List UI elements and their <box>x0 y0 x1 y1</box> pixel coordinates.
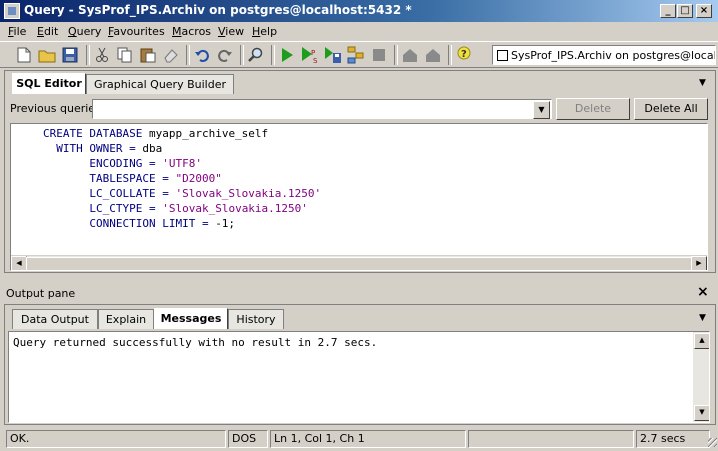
dropdown-arrow-icon[interactable]: ▼ <box>533 101 550 119</box>
toolbar-separator <box>186 45 190 65</box>
tab-explain[interactable]: Explain <box>98 309 154 329</box>
svg-text:S: S <box>313 57 318 64</box>
connection-checkbox[interactable] <box>497 50 508 61</box>
menu-help[interactable]: Help <box>252 25 277 38</box>
sql-token: dba <box>142 142 163 155</box>
sql-editor[interactable]: CREATE DATABASE myapp_archive_self WITH … <box>10 123 708 271</box>
rollback-icon[interactable] <box>423 45 443 65</box>
new-file-icon[interactable] <box>14 45 34 65</box>
status-duration: 2.7 secs <box>636 430 710 448</box>
output-pane-title: Output pane <box>6 287 76 300</box>
undo-icon[interactable] <box>192 45 212 65</box>
open-folder-icon[interactable] <box>37 45 57 65</box>
result-message: Query returned successfully with no resu… <box>13 336 378 349</box>
find-icon[interactable] <box>246 45 266 65</box>
scroll-right-icon[interactable]: ▶ <box>691 256 707 270</box>
toolbar-separator <box>86 45 90 65</box>
sql-token: -1; <box>215 217 236 230</box>
status-extra <box>468 430 634 448</box>
sql-line: TABLESPACE = "D2000" <box>43 171 321 186</box>
sql-token: ENCODING = <box>43 157 163 170</box>
menu-macros[interactable]: Macros <box>172 25 211 38</box>
sql-token: 'Slovak_Slovakia.1250' <box>162 202 308 215</box>
app-icon <box>4 3 20 19</box>
messages-panel[interactable]: Query returned successfully with no resu… <box>8 331 710 423</box>
tab-scroll-arrow-icon[interactable]: ▼ <box>699 313 706 323</box>
tab-history[interactable]: History <box>228 309 284 329</box>
status-cursor-position: Ln 1, Col 1, Ch 1 <box>270 430 466 448</box>
tab-data-output[interactable]: Data Output <box>12 309 98 329</box>
minimize-button[interactable]: _ <box>660 4 676 18</box>
execute-to-file-icon[interactable] <box>323 45 343 65</box>
tab-scroll-arrow-icon[interactable]: ▼ <box>699 78 706 88</box>
sql-token: 'Slovak_Slovakia.1250' <box>175 187 322 200</box>
menu-bar: File Edit Query Favourites Macros View H… <box>0 22 718 41</box>
tab-graphical-query-builder[interactable]: Graphical Query Builder <box>86 74 234 94</box>
help-icon[interactable]: ? <box>454 45 474 65</box>
vertical-scrollbar[interactable]: ▲ ▼ <box>693 332 709 422</box>
menu-view[interactable]: View <box>218 25 244 38</box>
connection-selector[interactable]: SysProf_IPS.Archiv on postgres@localhost… <box>492 45 716 65</box>
sql-line: ENCODING = 'UTF8' <box>43 156 321 171</box>
toolbar-separator <box>394 45 398 65</box>
redo-icon[interactable] <box>215 45 235 65</box>
sql-line: CREATE DATABASE myapp_archive_self <box>43 126 321 141</box>
menu-edit[interactable]: Edit <box>37 25 58 38</box>
cut-icon[interactable] <box>92 45 112 65</box>
save-icon[interactable] <box>60 45 80 65</box>
svg-text:?: ? <box>461 49 467 60</box>
sql-line: CONNECTION LIMIT = -1; <box>43 216 321 231</box>
sql-token: TABLESPACE = <box>43 172 176 185</box>
sql-line: WITH OWNER = dba <box>43 141 321 156</box>
sql-token: myapp_archive_self <box>148 127 269 140</box>
menu-query[interactable]: Query <box>68 25 101 38</box>
sql-token: WITH OWNER = <box>43 142 143 155</box>
commit-icon[interactable] <box>400 45 420 65</box>
close-button[interactable]: × <box>696 4 712 18</box>
sql-token: LC_CTYPE = <box>43 202 163 215</box>
sql-token: "D2000" <box>175 172 222 185</box>
menu-file[interactable]: File <box>8 25 26 38</box>
scroll-up-icon[interactable]: ▲ <box>694 333 709 349</box>
toolbar-separator <box>271 45 275 65</box>
sql-code: CREATE DATABASE myapp_archive_self WITH … <box>43 126 321 231</box>
execute-pgscript-icon[interactable]: PS <box>300 45 320 65</box>
menu-favourites[interactable]: Favourites <box>108 25 165 38</box>
clear-icon[interactable] <box>161 45 181 65</box>
cancel-icon[interactable] <box>369 45 389 65</box>
sql-token: LC_COLLATE = <box>43 187 176 200</box>
maximize-button[interactable]: □ <box>677 4 693 18</box>
previous-queries-select[interactable]: ▼ <box>92 99 552 119</box>
delete-button[interactable]: Delete <box>556 98 630 120</box>
window-title: Query - SysProf_IPS.Archiv on postgres@l… <box>24 3 412 17</box>
resize-grip[interactable] <box>708 438 717 447</box>
connection-label: SysProf_IPS.Archiv on postgres@localhost… <box>511 49 716 62</box>
sql-line: LC_CTYPE = 'Slovak_Slovakia.1250' <box>43 201 321 216</box>
sql-token: 'UTF8' <box>162 157 202 170</box>
delete-all-button[interactable]: Delete All <box>634 98 708 120</box>
toolbar-separator <box>448 45 452 65</box>
paste-icon[interactable] <box>138 45 158 65</box>
copy-icon[interactable] <box>115 45 135 65</box>
scroll-left-icon[interactable]: ◀ <box>11 256 27 270</box>
tab-sql-editor[interactable]: SQL Editor <box>12 73 86 94</box>
horizontal-scrollbar[interactable]: ◀ ▶ <box>11 255 707 270</box>
scroll-thumb[interactable] <box>26 257 692 270</box>
scroll-down-icon[interactable]: ▼ <box>694 405 709 421</box>
status-state: OK. <box>6 430 226 448</box>
previous-queries-label: Previous queries <box>10 102 101 115</box>
toolbar-separator <box>240 45 244 65</box>
sql-token: CONNECTION LIMIT = <box>43 217 216 230</box>
status-line-ending: DOS <box>228 430 268 448</box>
svg-text:P: P <box>311 49 315 57</box>
output-close-icon[interactable]: × <box>697 284 709 300</box>
tab-messages[interactable]: Messages <box>154 308 228 329</box>
sql-token: CREATE DATABASE <box>43 127 149 140</box>
explain-icon[interactable] <box>346 45 366 65</box>
sql-line: LC_COLLATE = 'Slovak_Slovakia.1250' <box>43 186 321 201</box>
execute-icon[interactable] <box>277 45 297 65</box>
